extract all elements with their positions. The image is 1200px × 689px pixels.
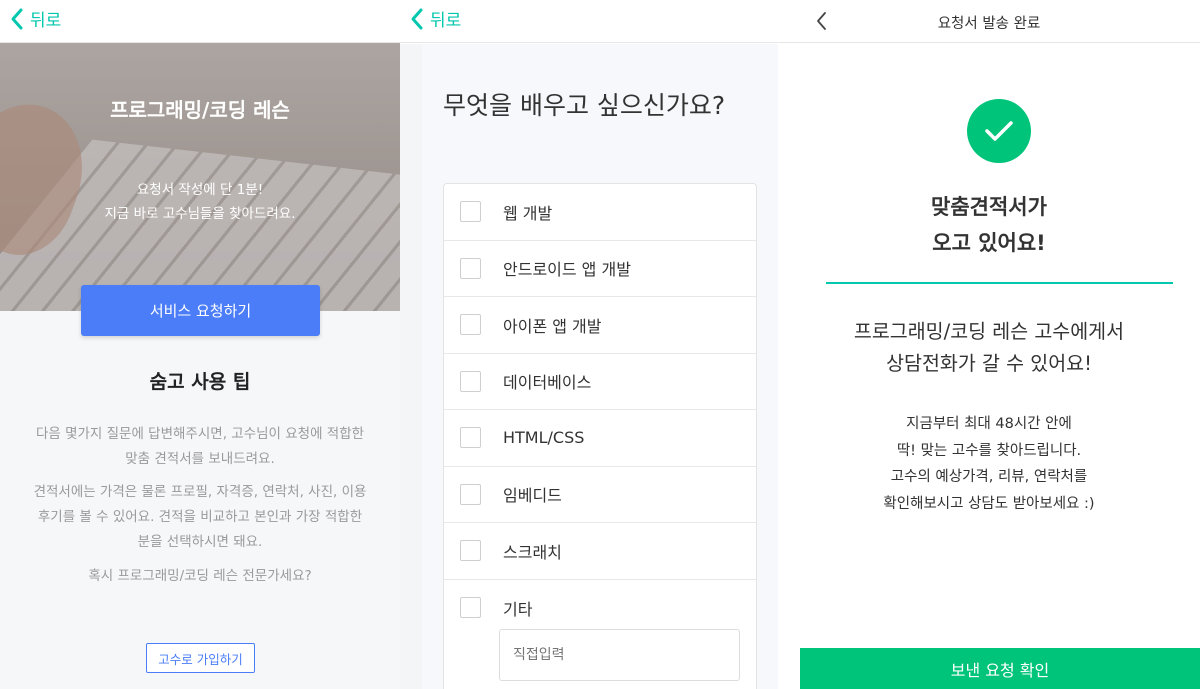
service-intro-panel: 뒤로 프로그래밍/코딩 레슨 요청서 작성에 단 1분! 지금 바로 고수님들을… — [0, 0, 400, 689]
option-label: 기타 — [503, 599, 533, 619]
chevron-left-icon — [11, 8, 23, 29]
option-item-database[interactable]: 데이터베이스 — [444, 354, 756, 410]
question-title: 무엇을 배우고 싶으신가요? — [443, 91, 726, 120]
option-label: 아이폰 앱 개발 — [503, 316, 602, 336]
tip-paragraph-2: 견적서에는 가격은 물론 프로필, 자격증, 연락처, 사진, 이용 후기를 볼… — [33, 484, 367, 550]
checkbox[interactable] — [460, 370, 481, 392]
hero-title: 프로그래밍/코딩 레슨 — [110, 98, 290, 122]
option-label: 웹 개발 — [503, 203, 553, 223]
page-title: 요청서 발송 완료 — [937, 16, 1041, 32]
direct-input-field[interactable] — [499, 629, 740, 681]
checkbox[interactable] — [460, 427, 481, 449]
option-item-scratch[interactable]: 스크래치 — [444, 523, 756, 580]
top-bar: 뒤로 — [400, 0, 778, 43]
option-item-other[interactable]: 기타 — [444, 580, 756, 637]
checkmark-icon — [985, 121, 1013, 141]
option-item-iphone[interactable]: 아이폰 앱 개발 — [444, 297, 756, 354]
option-list: 웹 개발 안드로이드 앱 개발 아이폰 앱 개발 데이터베이스 HTML/CSS… — [443, 183, 757, 689]
option-item-embedded[interactable]: 임베디드 — [444, 467, 756, 523]
option-label: HTML/CSS — [503, 428, 585, 448]
checkbox[interactable] — [460, 597, 481, 619]
tip-paragraph-1: 다음 몇가지 질문에 답변해주시면, 고수님이 요청에 적합한 맞춤 견적서를 … — [35, 426, 365, 467]
checkbox[interactable] — [460, 483, 481, 505]
success-check-icon — [967, 99, 1031, 163]
option-item-web[interactable]: 웹 개발 — [444, 184, 756, 241]
top-bar: 뒤로 — [0, 0, 400, 43]
divider — [826, 282, 1173, 284]
back-label: 뒤로 — [30, 11, 62, 31]
back-button[interactable]: 뒤로 — [10, 6, 61, 31]
option-label: 안드로이드 앱 개발 — [503, 260, 631, 280]
success-body: 지금부터 최대 48시간 안에 딱! 맞는 고수를 찾아드립니다. 고수의 예상… — [883, 416, 1095, 512]
join-as-pro-button[interactable]: 고수로 가입하기 — [146, 643, 255, 673]
back-button[interactable]: 뒤로 — [410, 6, 461, 31]
option-item-html-css[interactable]: HTML/CSS — [444, 410, 756, 467]
tips-title: 숨고 사용 팁 — [149, 371, 251, 393]
success-heading: 맞춤견적서가 오고 있어요! — [931, 195, 1047, 255]
checkbox[interactable] — [460, 201, 481, 223]
tip-paragraph-3: 혹시 프로그래밍/코딩 레슨 전문가세요? — [88, 568, 312, 584]
hero-image — [0, 43, 400, 311]
hero-subtitle-line1: 요청서 작성에 단 1분! — [136, 182, 264, 198]
checkbox[interactable] — [460, 257, 481, 279]
checkbox[interactable] — [460, 540, 481, 562]
option-label: 데이터베이스 — [503, 373, 592, 393]
option-item-android[interactable]: 안드로이드 앱 개발 — [444, 241, 756, 297]
view-sent-requests-button[interactable]: 보낸 요청 확인 — [800, 648, 1200, 689]
request-service-button[interactable]: 서비스 요청하기 — [81, 285, 320, 336]
back-label: 뒤로 — [430, 11, 462, 31]
chevron-left-icon — [411, 8, 423, 29]
hero-subtitle-line2: 지금 바로 고수님들을 찾아드려요. — [104, 206, 296, 222]
success-subheading: 프로그래밍/코딩 레슨 고수에게서 상담전화가 갈 수 있어요! — [853, 320, 1125, 375]
checkbox[interactable] — [460, 314, 481, 336]
option-label: 임베디드 — [503, 486, 562, 506]
option-label: 스크래치 — [503, 542, 562, 562]
